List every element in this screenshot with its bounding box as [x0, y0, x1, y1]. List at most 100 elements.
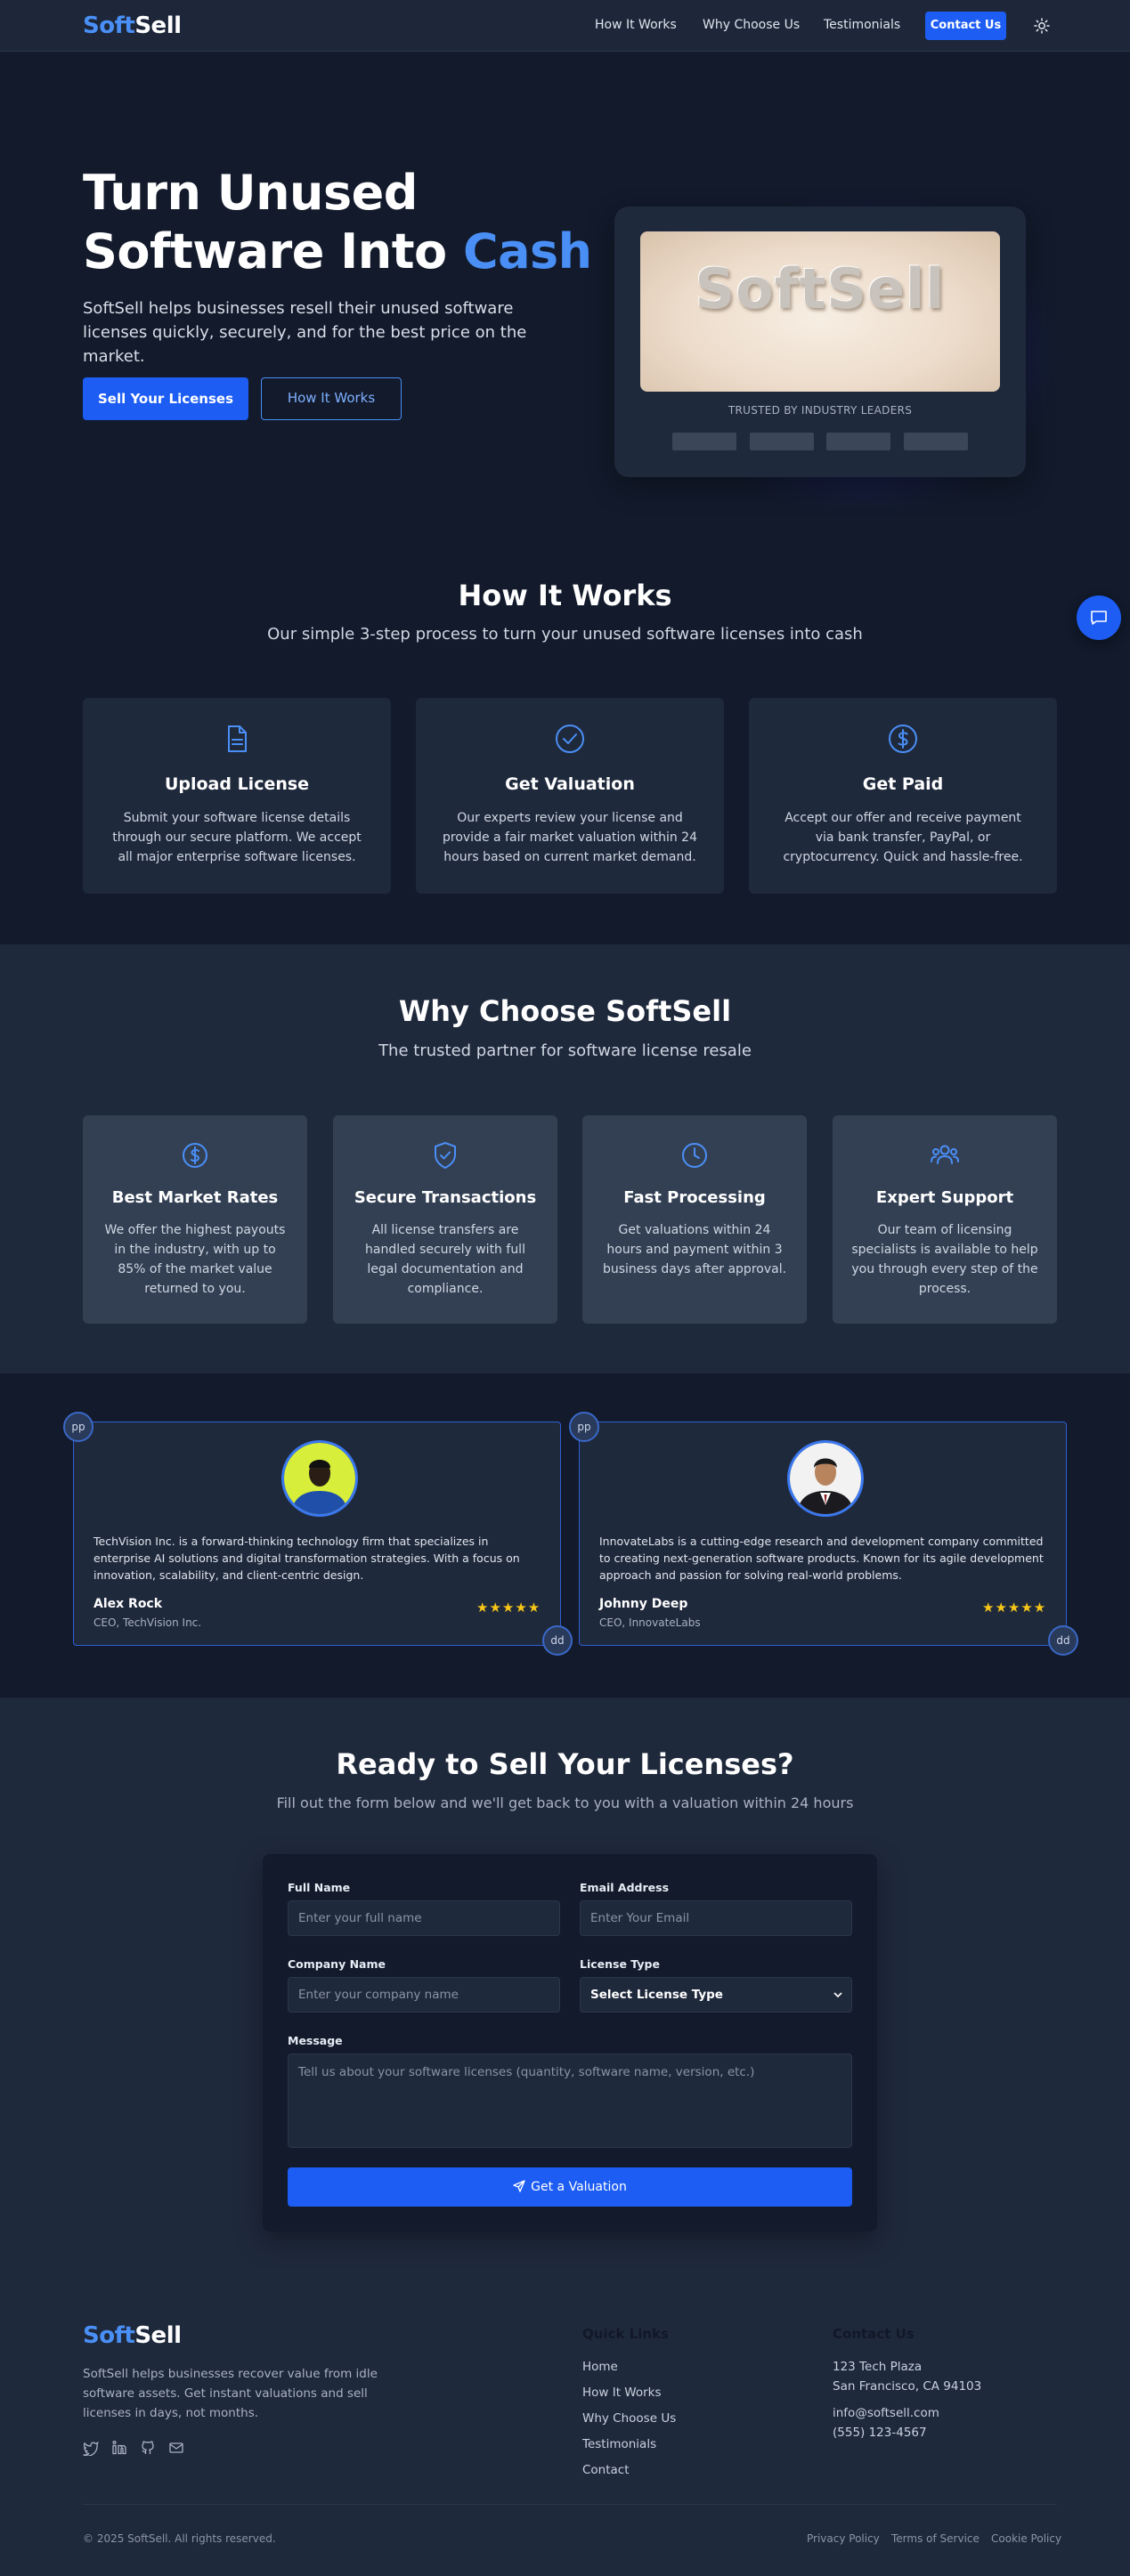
step-title: Get Valuation: [505, 774, 635, 794]
step-text: Our experts review your license and prov…: [443, 811, 697, 864]
message-textarea[interactable]: Tell us about your software licenses (qu…: [288, 2054, 852, 2148]
quick-links-heading: Quick Links: [582, 2326, 669, 2342]
privacy-policy-link[interactable]: Privacy Policy: [807, 2532, 880, 2545]
feature-card: Secure Transactions All license transfer…: [333, 1115, 557, 1324]
avatar: [787, 1440, 864, 1517]
footer-link-home[interactable]: Home: [582, 2360, 618, 2374]
feature-card: Best Market Rates We offer the highest p…: [83, 1115, 307, 1324]
why-subtitle: The trusted partner for software license…: [378, 1041, 752, 1060]
ready-title: Ready to Sell Your Licenses?: [336, 1747, 794, 1781]
github-icon[interactable]: [140, 2440, 156, 2456]
footer-link-how-it-works[interactable]: How It Works: [582, 2386, 662, 2400]
nav-link-testimonials[interactable]: Testimonials: [824, 18, 900, 32]
company-label: Company Name: [288, 1957, 386, 1971]
nav-bubble-next[interactable]: dd: [542, 1625, 573, 1656]
mail-icon[interactable]: [168, 2440, 184, 2456]
sun-icon[interactable]: [1033, 17, 1051, 35]
hero-card: SoftSell TRUSTED BY INDUSTRY LEADERS: [614, 207, 1026, 477]
testimonial-role: CEO, InnovateLabs: [599, 1616, 701, 1629]
star-rating: ★★★★★: [476, 1600, 541, 1616]
step-card: Upload License Submit your software lice…: [83, 698, 391, 894]
footer-logo[interactable]: SoftSell: [83, 2322, 182, 2349]
footer-link-why-choose-us[interactable]: Why Choose Us: [582, 2411, 676, 2426]
contact-form-section: Ready to Sell Your Licenses? Fill out th…: [0, 1697, 1130, 2285]
testimonial-name: Johnny Deep: [599, 1597, 688, 1611]
logo[interactable]: SoftSell: [83, 12, 182, 39]
contact-button[interactable]: Contact Us: [925, 12, 1006, 40]
star-rating: ★★★★★: [982, 1600, 1047, 1616]
twitter-icon[interactable]: [83, 2440, 99, 2456]
contact-email[interactable]: info@softsell.com: [833, 2406, 939, 2420]
testimonials-section: TechVision Inc. is a forward-thinking te…: [0, 1373, 1130, 1697]
license-type-label: License Type: [580, 1957, 660, 1971]
footer-link-testimonials[interactable]: Testimonials: [582, 2437, 656, 2451]
linkedin-icon[interactable]: [111, 2440, 127, 2456]
chat-icon: [1091, 611, 1107, 625]
chat-button[interactable]: [1077, 595, 1121, 640]
get-valuation-button[interactable]: Get a Valuation: [288, 2167, 852, 2207]
nav-link-why-choose-us[interactable]: Why Choose Us: [703, 18, 800, 32]
hero-title-line2: Software Into Cash: [83, 223, 592, 281]
check-circle-icon: [556, 725, 584, 753]
partner-logo-placeholder: [826, 433, 890, 450]
how-it-works-button[interactable]: How It Works: [261, 377, 402, 420]
testimonial-text: InnovateLabs is a cutting-edge research …: [599, 1535, 1044, 1582]
nav-bubble-prev[interactable]: pp: [569, 1412, 599, 1442]
testimonial-text: TechVision Inc. is a forward-thinking te…: [93, 1535, 520, 1582]
step-text: Submit your software license details thr…: [112, 811, 362, 864]
dollar-icon: [889, 725, 917, 753]
nav-link-how-it-works[interactable]: How It Works: [595, 18, 677, 32]
ready-subtitle: Fill out the form below and we'll get ba…: [276, 1794, 854, 1811]
feature-text: We offer the highest payouts in the indu…: [104, 1223, 286, 1296]
footer: SoftSell SoftSell helps businesses recov…: [0, 2285, 1130, 2576]
partner-logo-placeholder: [750, 433, 814, 450]
how-it-works-section: How It Works Our simple 3-step process t…: [0, 529, 1130, 944]
step-card: Get Paid Accept our offer and receive pa…: [749, 698, 1057, 894]
feature-card: Expert Support Our team of licensing spe…: [833, 1115, 1057, 1324]
testimonial-card: InnovateLabs is a cutting-edge research …: [569, 1412, 1078, 1656]
logo-sell: Sell: [134, 2322, 182, 2349]
hero-title-line1: Turn Unused: [83, 165, 418, 221]
nav-bubble-prev[interactable]: pp: [63, 1412, 93, 1442]
top-navbar: SoftSell How It Works Why Choose Us Test…: [0, 0, 1130, 52]
sell-licenses-button[interactable]: Sell Your Licenses: [83, 377, 248, 420]
feature-title: Secure Transactions: [354, 1188, 537, 1207]
shield-check-icon: [435, 1142, 456, 1169]
hero-title-highlight: Cash: [462, 223, 592, 279]
hero-subtitle: SoftSell helps businesses resell their u…: [83, 299, 527, 366]
step-card: Get Valuation Our experts review your li…: [416, 698, 724, 894]
hero-section: Turn Unused Software Into Cash SoftSell …: [0, 52, 1130, 529]
footer-link-contact[interactable]: Contact: [582, 2463, 630, 2477]
full-name-input[interactable]: Enter your full name: [288, 1900, 560, 1936]
feature-title: Fast Processing: [623, 1188, 766, 1207]
license-type-select[interactable]: Select License Type: [580, 1977, 852, 2013]
feature-text: Get valuations within 24 hours and payme…: [602, 1223, 787, 1276]
terms-link[interactable]: Terms of Service: [891, 2532, 980, 2545]
nav-bubble-next[interactable]: dd: [1048, 1625, 1078, 1656]
testimonial-card: TechVision Inc. is a forward-thinking te…: [63, 1412, 573, 1656]
partner-logo-placeholder: [904, 433, 968, 450]
logo-soft: Soft: [83, 2322, 135, 2349]
cookie-policy-link[interactable]: Cookie Policy: [991, 2532, 1061, 2545]
hero-title-text: Software Into: [83, 223, 463, 279]
why-choose-section: Why Choose SoftSell The trusted partner …: [0, 944, 1130, 1373]
company-input[interactable]: Enter your company name: [288, 1977, 560, 2013]
avatar: [281, 1440, 358, 1517]
step-text: Accept our offer and receive payment via…: [783, 811, 1023, 864]
feature-card: Fast Processing Get valuations within 24…: [582, 1115, 807, 1324]
step-title: Get Paid: [862, 774, 944, 794]
footer-description: SoftSell helps businesses recover value …: [83, 2367, 378, 2420]
why-title: Why Choose SoftSell: [398, 994, 732, 1028]
document-icon: [228, 725, 247, 752]
hero-image: SoftSell: [640, 231, 1000, 392]
email-input[interactable]: Enter Your Email: [580, 1900, 852, 1936]
trusted-label: TRUSTED BY INDUSTRY LEADERS: [728, 404, 913, 417]
testimonial-name: Alex Rock: [93, 1597, 163, 1611]
contact-phone[interactable]: (555) 123-4567: [833, 2426, 927, 2440]
feature-text: Our team of licensing specialists is ava…: [851, 1223, 1038, 1296]
submit-label: Get a Valuation: [531, 2180, 627, 2194]
copyright: © 2025 SoftSell. All rights reserved.: [83, 2532, 276, 2545]
address-line2: San Francisco, CA 94103: [833, 2379, 982, 2394]
contact-heading: Contact Us: [833, 2326, 915, 2342]
message-label: Message: [288, 2034, 343, 2047]
